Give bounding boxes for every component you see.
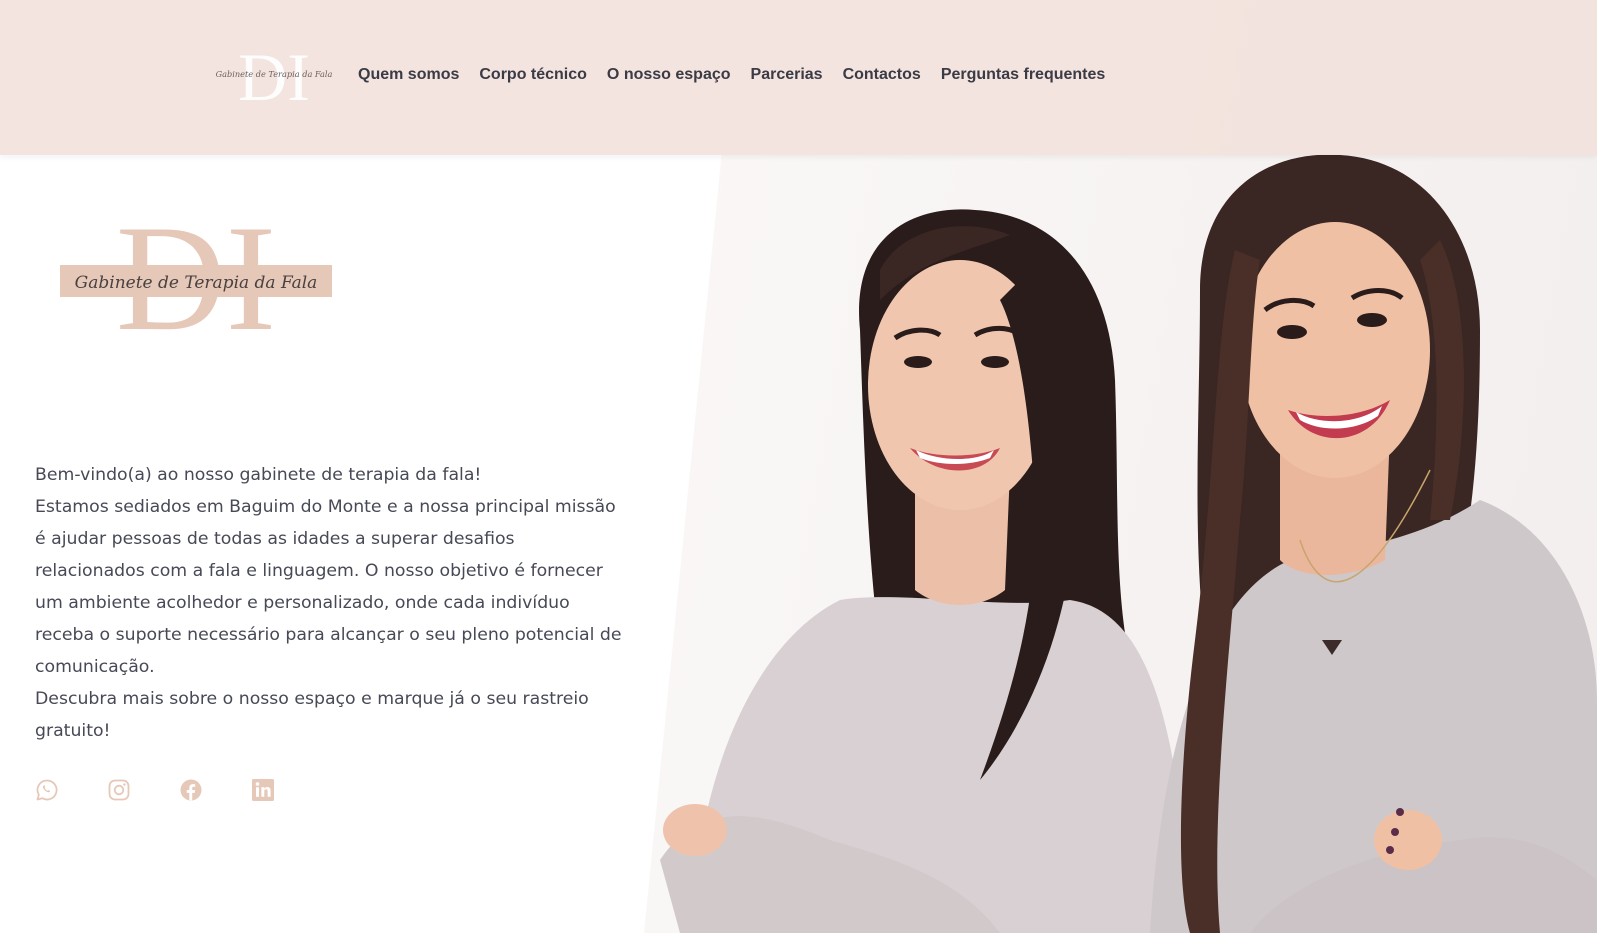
woman-left-figure [660, 209, 1190, 933]
intro-text: Bem-vindo(a) ao nosso gabinete de terapi… [35, 459, 625, 747]
facebook-icon[interactable] [179, 778, 203, 802]
nav-item-perguntas-frequentes[interactable]: Perguntas frequentes [939, 66, 1107, 84]
main-nav: Quem somos Corpo técnico O nosso espaço … [356, 66, 1107, 84]
nav-item-corpo-tecnico[interactable]: Corpo técnico [477, 66, 589, 84]
linkedin-icon[interactable] [251, 778, 275, 802]
intro-mission: Estamos sediados em Baguim do Monte e a … [35, 497, 622, 677]
nav-item-contactos[interactable]: Contactos [841, 66, 923, 84]
svg-text:Gabinete de Terapia da Fala: Gabinete de Terapia da Fala [216, 69, 333, 79]
page: DI Gabinete de Terapia da Fala Quem somo… [0, 0, 1597, 933]
header-logo[interactable]: DI Gabinete de Terapia da Fala [208, 39, 340, 115]
social-links [35, 778, 275, 802]
nav-item-parcerias[interactable]: Parcerias [749, 66, 825, 84]
intro-greeting: Bem-vindo(a) ao nosso gabinete de terapi… [35, 465, 482, 485]
intro-cta: Descubra mais sobre o nosso espaço e mar… [35, 689, 589, 741]
site-header: DI Gabinete de Terapia da Fala Quem somo… [0, 0, 1597, 155]
nav-item-quem-somos[interactable]: Quem somos [356, 66, 461, 84]
brand-logo-large: DI Gabinete de Terapia da Fala [60, 194, 332, 362]
svg-text:Gabinete de Terapia da Fala: Gabinete de Terapia da Fala [75, 273, 318, 293]
instagram-icon[interactable] [107, 778, 131, 802]
brand-monogram-icon: DI Gabinete de Terapia da Fala [60, 194, 332, 362]
whatsapp-icon[interactable] [35, 778, 59, 802]
woman-right-figure [1150, 154, 1597, 933]
nav-item-o-nosso-espaco[interactable]: O nosso espaço [605, 66, 733, 84]
logo-monogram-icon: DI Gabinete de Terapia da Fala [216, 39, 333, 115]
